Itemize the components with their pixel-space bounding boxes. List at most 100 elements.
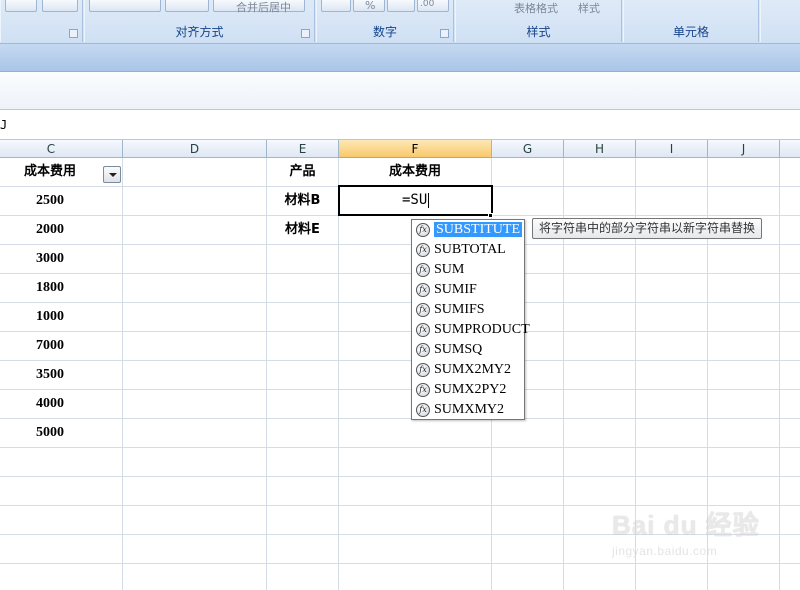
column-header-f[interactable]: F [339, 140, 492, 158]
autocomplete-item[interactable]: fx SUMPRODUCT [412, 320, 530, 340]
grid-line [0, 389, 800, 390]
grid-line [0, 244, 800, 245]
baidu-watermark: Bai du 经验 jingyan.baidu.com [612, 505, 762, 575]
grid-line [0, 418, 800, 419]
function-icon: fx [416, 223, 430, 237]
fill-handle[interactable] [488, 213, 493, 218]
column-header-g[interactable]: G [492, 140, 564, 158]
cell-c-value[interactable]: 3000 [0, 245, 100, 273]
watermark-logo: Bai du 经验 [612, 510, 760, 540]
header-product[interactable]: 产品 [267, 158, 338, 186]
cell-style-label[interactable]: 样式 [578, 0, 600, 16]
cell-product[interactable]: 材料E [267, 216, 338, 244]
autocomplete-item-label: SUMXMY2 [434, 402, 505, 417]
decimal-buttons[interactable]: .00 [417, 0, 449, 12]
cell-product[interactable]: 材料B [267, 187, 338, 215]
autocomplete-item[interactable]: fx SUMSQ [412, 340, 524, 360]
cell-c-value[interactable]: 2000 [0, 216, 100, 244]
autocomplete-item[interactable]: fx SUBSTITUTE [412, 220, 524, 240]
indent-buttons[interactable] [165, 0, 209, 12]
text-caret [428, 192, 430, 208]
merge-center-button[interactable]: 合并后居中 [213, 0, 305, 14]
percent-button[interactable]: % [353, 0, 385, 12]
function-icon: fx [416, 283, 430, 297]
autocomplete-item[interactable]: fx SUBTOTAL [412, 240, 524, 260]
function-icon: fx [416, 343, 430, 357]
function-icon: fx [416, 303, 430, 317]
ribbon-group-font [0, 0, 83, 42]
formula-bar-text[interactable]: J [0, 118, 7, 132]
autocomplete-item-label: SUM [434, 262, 465, 277]
column-header-e[interactable]: E [267, 140, 339, 158]
cell-c-value[interactable]: 1000 [0, 303, 100, 331]
autocomplete-item[interactable]: fx SUM [412, 260, 524, 280]
column-header-next[interactable] [780, 140, 800, 158]
percent-label: % [365, 0, 376, 12]
column-header-d[interactable]: D [123, 140, 267, 158]
autocomplete-item[interactable]: fx SUMXMY2 [412, 400, 524, 420]
number-launcher-icon[interactable] [440, 29, 449, 38]
autocomplete-item[interactable]: fx SUMX2PY2 [412, 380, 524, 400]
autocomplete-item[interactable]: fx SUMIF [412, 280, 524, 300]
header-cost-f[interactable]: 成本费用 [339, 158, 491, 186]
column-header-h[interactable]: H [564, 140, 636, 158]
ribbon-group-cells: 单元格 [623, 0, 759, 42]
formula-bar[interactable]: J [0, 110, 800, 140]
autocomplete-item[interactable]: fx SUMIFS [412, 300, 524, 320]
autocomplete-item-label: SUBSTITUTE [434, 222, 522, 237]
active-cell-text[interactable]: =SU [402, 192, 430, 208]
column-header-j[interactable]: J [708, 140, 780, 158]
cell-c-value[interactable]: 4000 [0, 390, 100, 418]
ribbon-group-label: 数字 [372, 25, 397, 39]
font-button[interactable] [5, 0, 37, 12]
grid-line [338, 158, 339, 590]
conditional-format-button[interactable] [460, 0, 504, 12]
cell-c-value[interactable]: 2500 [0, 187, 100, 215]
active-cell-editor[interactable]: =SU [338, 185, 493, 216]
header-cost-c[interactable]: 成本费用 [0, 158, 100, 186]
table-format-label[interactable]: 表格格式 [514, 0, 558, 16]
watermark-url: jingyan.baidu.com [612, 544, 718, 558]
active-cell-formula: =SU [402, 192, 428, 208]
ribbon-group-styles: 表格格式 样式 样式 [455, 0, 622, 42]
ribbon: 合并后居中 对齐方式 % .00 数字 表格格式 样式 样式 单元格 [0, 0, 800, 44]
autocomplete-item-label: SUMIF [434, 282, 477, 297]
ribbon-group-editing [760, 0, 800, 42]
cell-c-value[interactable]: 3500 [0, 361, 100, 389]
filter-dropdown-icon[interactable] [103, 166, 121, 183]
cell-c-value[interactable]: 7000 [0, 332, 100, 360]
grid-line [0, 447, 800, 448]
font-launcher-icon[interactable] [69, 29, 78, 38]
comma-button[interactable] [387, 0, 415, 12]
grid-line [0, 360, 800, 361]
function-icon: fx [416, 363, 430, 377]
column-header-c[interactable]: C [0, 140, 123, 158]
cell-c-value[interactable]: 5000 [0, 419, 100, 447]
merge-center-label: 合并后居中 [236, 1, 291, 14]
function-icon: fx [416, 323, 430, 337]
column-headers: C D E F G H I J [0, 140, 800, 158]
function-icon: fx [416, 243, 430, 257]
grid-line [0, 476, 800, 477]
autocomplete-item-label: SUMIFS [434, 302, 485, 317]
column-header-i[interactable]: I [636, 140, 708, 158]
autocomplete-item-label: SUMPRODUCT [434, 322, 530, 337]
autocomplete-item[interactable]: fx SUMX2MY2 [412, 360, 524, 380]
autocomplete-item-label: SUBTOTAL [434, 242, 506, 257]
function-icon: fx [416, 403, 430, 417]
ribbon-group-alignment: 合并后居中 对齐方式 [84, 0, 315, 42]
ribbon-group-number: % .00 数字 [316, 0, 454, 42]
align-buttons[interactable] [89, 0, 161, 12]
grid-line [0, 273, 800, 274]
grid-line [779, 158, 780, 590]
accounting-button[interactable] [321, 0, 351, 12]
autocomplete-item-label: SUMX2MY2 [434, 362, 512, 377]
function-icon: fx [416, 263, 430, 277]
ribbon-lower-area [0, 72, 800, 110]
function-autocomplete-list[interactable]: fx SUBSTITUTE fx SUBTOTAL fx SUM fx SUMIF fx… [411, 219, 530, 420]
cell-c-value[interactable]: 1800 [0, 274, 100, 302]
grid-line [0, 331, 800, 332]
grid-line [0, 302, 800, 303]
font-button-2[interactable] [42, 0, 78, 12]
alignment-launcher-icon[interactable] [301, 29, 310, 38]
